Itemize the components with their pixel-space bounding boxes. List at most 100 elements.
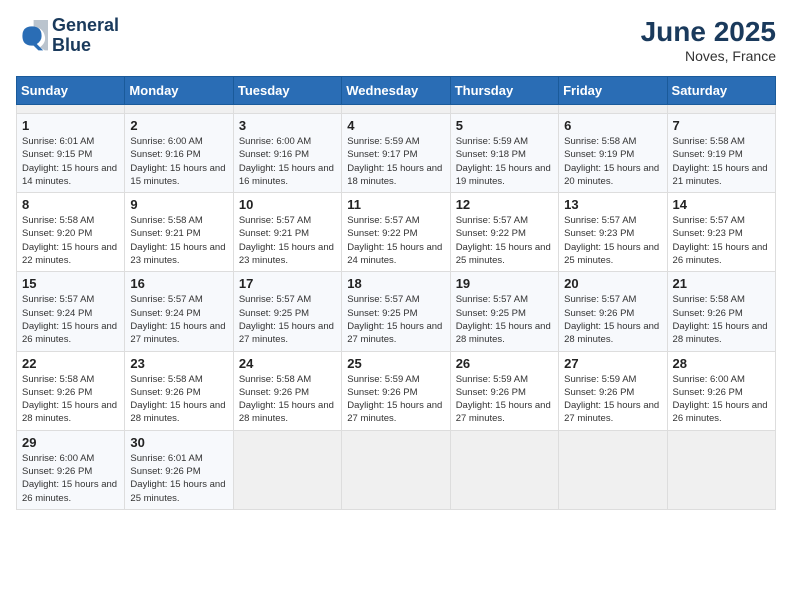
- calendar-cell: [17, 105, 125, 114]
- calendar-cell: 20 Sunrise: 5:57 AMSunset: 9:26 PMDayligh…: [559, 272, 667, 351]
- calendar-cell: [125, 105, 233, 114]
- logo-text-block: General Blue: [52, 16, 119, 56]
- day-number: 14: [673, 197, 770, 212]
- calendar-cell: 30Sunrise: 6:01 AMSunset: 9:26 PMDayligh…: [125, 430, 233, 509]
- cell-sun-info: Sunrise: 5:57 AMSunset: 9:24 PMDaylight:…: [130, 293, 227, 346]
- day-number: 22: [22, 356, 119, 371]
- weekday-header-wednesday: Wednesday: [342, 77, 450, 105]
- cell-sun-info: Sunrise: 5:59 AMSunset: 9:26 PMDaylight:…: [456, 373, 553, 426]
- cell-sun-info: Sunrise: 5:58 AMSunset: 9:19 PMDaylight:…: [564, 135, 661, 188]
- cell-sun-info: Sunrise: 6:00 AMSunset: 9:16 PMDaylight:…: [239, 135, 336, 188]
- page-header: General Blue June 2025 Noves, France: [16, 16, 776, 64]
- cell-sun-info: Sunrise: 5:57 AMSunset: 9:25 PMDaylight:…: [456, 293, 553, 346]
- calendar-week-row: 22 Sunrise: 5:58 AMSunset: 9:26 PMDayligh…: [17, 351, 776, 430]
- cell-sun-info: Sunrise: 5:57 AMSunset: 9:26 PMDaylight:…: [564, 293, 661, 346]
- cell-sun-info: Sunrise: 5:57 AMSunset: 9:25 PMDaylight:…: [347, 293, 444, 346]
- cell-sun-info: Sunrise: 5:57 AMSunset: 9:24 PMDaylight:…: [22, 293, 119, 346]
- day-number: 16: [130, 276, 227, 291]
- title-block: June 2025 Noves, France: [641, 16, 776, 64]
- cell-sun-info: Sunrise: 5:58 AMSunset: 9:26 PMDaylight:…: [130, 373, 227, 426]
- calendar-cell: 13Sunrise: 5:57 AMSunset: 9:23 PMDayligh…: [559, 193, 667, 272]
- calendar-cell: 7 Sunrise: 5:58 AMSunset: 9:19 PMDaylight…: [667, 114, 775, 193]
- calendar-cell: [342, 430, 450, 509]
- day-number: 23: [130, 356, 227, 371]
- calendar-cell: 2Sunrise: 6:00 AMSunset: 9:16 PMDaylight…: [125, 114, 233, 193]
- calendar-week-row: 8 Sunrise: 5:58 AMSunset: 9:20 PMDaylight…: [17, 193, 776, 272]
- day-number: 10: [239, 197, 336, 212]
- calendar-cell: [450, 105, 558, 114]
- weekday-header-saturday: Saturday: [667, 77, 775, 105]
- day-number: 26: [456, 356, 553, 371]
- calendar-cell: 27 Sunrise: 5:59 AMSunset: 9:26 PMDayligh…: [559, 351, 667, 430]
- day-number: 24: [239, 356, 336, 371]
- calendar-cell: 11Sunrise: 5:57 AMSunset: 9:22 PMDayligh…: [342, 193, 450, 272]
- calendar-cell: 1Sunrise: 6:01 AMSunset: 9:15 PMDaylight…: [17, 114, 125, 193]
- logo-icon: [16, 20, 48, 52]
- day-number: 7: [673, 118, 770, 133]
- logo: General Blue: [16, 16, 119, 56]
- cell-sun-info: Sunrise: 5:57 AMSunset: 9:23 PMDaylight:…: [673, 214, 770, 267]
- weekday-header-thursday: Thursday: [450, 77, 558, 105]
- day-number: 27: [564, 356, 661, 371]
- calendar-week-row: 15 Sunrise: 5:57 AMSunset: 9:24 PMDayligh…: [17, 272, 776, 351]
- weekday-header-friday: Friday: [559, 77, 667, 105]
- calendar-cell: 21 Sunrise: 5:58 AMSunset: 9:26 PMDayligh…: [667, 272, 775, 351]
- cell-sun-info: Sunrise: 5:59 AMSunset: 9:26 PMDaylight:…: [564, 373, 661, 426]
- calendar-cell: 26 Sunrise: 5:59 AMSunset: 9:26 PMDayligh…: [450, 351, 558, 430]
- cell-sun-info: Sunrise: 5:58 AMSunset: 9:20 PMDaylight:…: [22, 214, 119, 267]
- calendar-cell: 18 Sunrise: 5:57 AMSunset: 9:25 PMDayligh…: [342, 272, 450, 351]
- calendar-cell: [667, 105, 775, 114]
- calendar-table: SundayMondayTuesdayWednesdayThursdayFrid…: [16, 76, 776, 510]
- cell-sun-info: Sunrise: 5:58 AMSunset: 9:26 PMDaylight:…: [22, 373, 119, 426]
- calendar-cell: 10Sunrise: 5:57 AMSunset: 9:21 PMDayligh…: [233, 193, 341, 272]
- calendar-cell: 28 Sunrise: 6:00 AMSunset: 9:26 PMDayligh…: [667, 351, 775, 430]
- day-number: 4: [347, 118, 444, 133]
- calendar-cell: 8 Sunrise: 5:58 AMSunset: 9:20 PMDaylight…: [17, 193, 125, 272]
- calendar-cell: 16 Sunrise: 5:57 AMSunset: 9:24 PMDayligh…: [125, 272, 233, 351]
- day-number: 5: [456, 118, 553, 133]
- calendar-cell: 5 Sunrise: 5:59 AMSunset: 9:18 PMDaylight…: [450, 114, 558, 193]
- cell-sun-info: Sunrise: 6:00 AMSunset: 9:26 PMDaylight:…: [673, 373, 770, 426]
- day-number: 2: [130, 118, 227, 133]
- calendar-cell: 12Sunrise: 5:57 AMSunset: 9:22 PMDayligh…: [450, 193, 558, 272]
- day-number: 9: [130, 197, 227, 212]
- day-number: 18: [347, 276, 444, 291]
- cell-sun-info: Sunrise: 5:59 AMSunset: 9:26 PMDaylight:…: [347, 373, 444, 426]
- cell-sun-info: Sunrise: 5:58 AMSunset: 9:26 PMDaylight:…: [239, 373, 336, 426]
- day-number: 3: [239, 118, 336, 133]
- calendar-week-row: 29Sunrise: 6:00 AMSunset: 9:26 PMDayligh…: [17, 430, 776, 509]
- calendar-cell: 15 Sunrise: 5:57 AMSunset: 9:24 PMDayligh…: [17, 272, 125, 351]
- calendar-cell: 17Sunrise: 5:57 AMSunset: 9:25 PMDayligh…: [233, 272, 341, 351]
- cell-sun-info: Sunrise: 5:57 AMSunset: 9:22 PMDaylight:…: [347, 214, 444, 267]
- calendar-cell: 6 Sunrise: 5:58 AMSunset: 9:19 PMDaylight…: [559, 114, 667, 193]
- calendar-week-row: 1Sunrise: 6:01 AMSunset: 9:15 PMDaylight…: [17, 114, 776, 193]
- day-number: 15: [22, 276, 119, 291]
- location-subtitle: Noves, France: [641, 48, 776, 64]
- cell-sun-info: Sunrise: 5:58 AMSunset: 9:26 PMDaylight:…: [673, 293, 770, 346]
- calendar-cell: [559, 430, 667, 509]
- day-number: 6: [564, 118, 661, 133]
- day-number: 25: [347, 356, 444, 371]
- weekday-header-monday: Monday: [125, 77, 233, 105]
- calendar-cell: [233, 430, 341, 509]
- day-number: 12: [456, 197, 553, 212]
- cell-sun-info: Sunrise: 6:01 AMSunset: 9:26 PMDaylight:…: [130, 452, 227, 505]
- calendar-cell: 22 Sunrise: 5:58 AMSunset: 9:26 PMDayligh…: [17, 351, 125, 430]
- day-number: 28: [673, 356, 770, 371]
- cell-sun-info: Sunrise: 5:58 AMSunset: 9:19 PMDaylight:…: [673, 135, 770, 188]
- calendar-cell: [233, 105, 341, 114]
- day-number: 13: [564, 197, 661, 212]
- day-number: 21: [673, 276, 770, 291]
- calendar-cell: 3 Sunrise: 6:00 AMSunset: 9:16 PMDaylight…: [233, 114, 341, 193]
- cell-sun-info: Sunrise: 5:59 AMSunset: 9:18 PMDaylight:…: [456, 135, 553, 188]
- month-year-title: June 2025: [641, 16, 776, 48]
- calendar-week-row: [17, 105, 776, 114]
- calendar-cell: [450, 430, 558, 509]
- calendar-cell: 4Sunrise: 5:59 AMSunset: 9:17 PMDaylight…: [342, 114, 450, 193]
- cell-sun-info: Sunrise: 5:58 AMSunset: 9:21 PMDaylight:…: [130, 214, 227, 267]
- logo-name: General Blue: [52, 16, 119, 56]
- calendar-cell: 9 Sunrise: 5:58 AMSunset: 9:21 PMDaylight…: [125, 193, 233, 272]
- day-number: 8: [22, 197, 119, 212]
- day-number: 20: [564, 276, 661, 291]
- day-number: 1: [22, 118, 119, 133]
